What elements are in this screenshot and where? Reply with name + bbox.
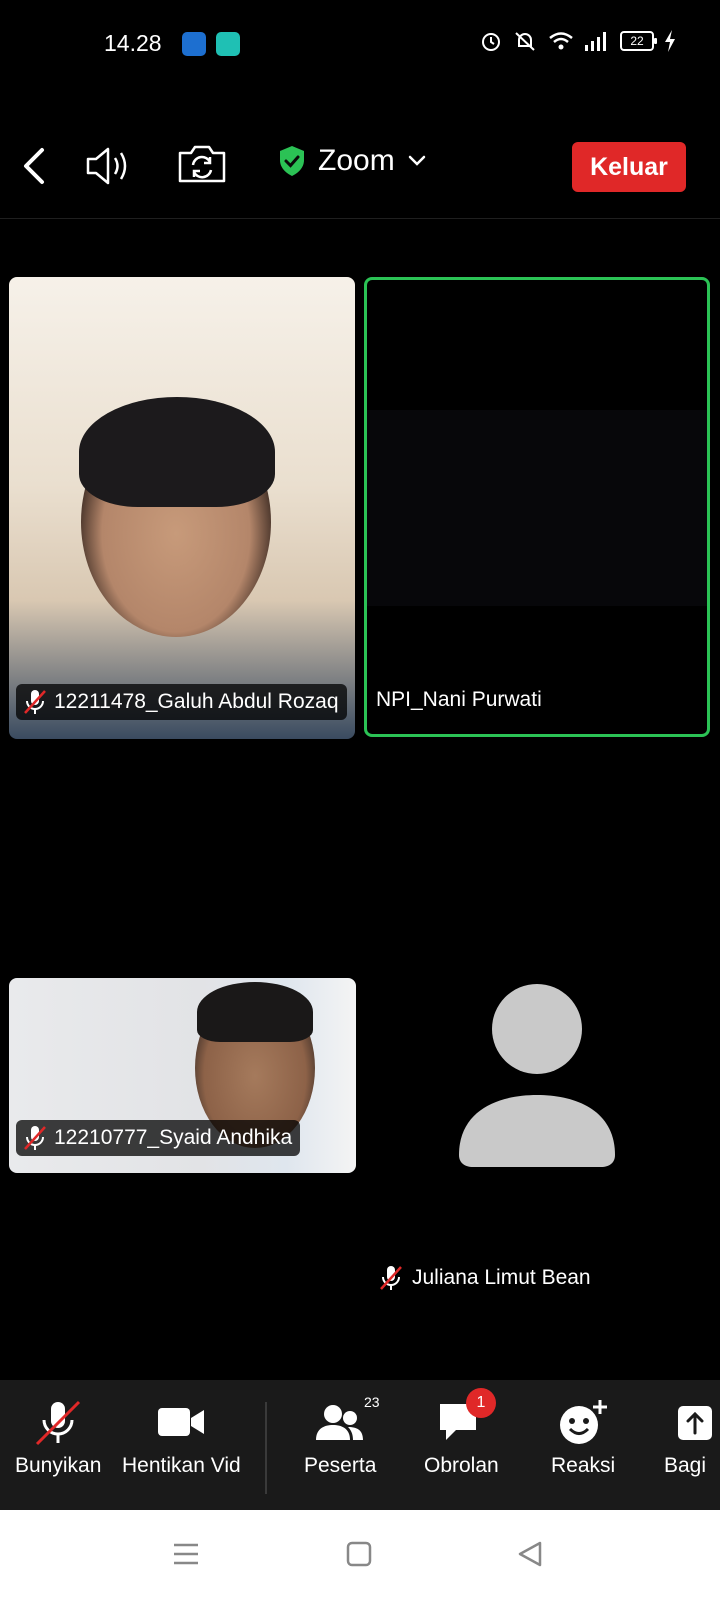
menu-icon[interactable] (172, 1540, 200, 1568)
switch-camera-button[interactable] (176, 140, 228, 188)
share-screen-icon (678, 1406, 712, 1440)
chevron-down-icon (408, 155, 425, 166)
shield-check-icon (280, 146, 304, 176)
unmute-label: Bunyikan (15, 1454, 102, 1477)
meeting-toolbar: Bunyikan Hentikan Vid Peserta 23 Obrolan… (0, 1380, 720, 1510)
participants-count: 23 (364, 1394, 380, 1410)
charging-icon (665, 30, 675, 52)
muted-mic-icon (24, 690, 46, 714)
reactions-button[interactable]: Reaksi (551, 1398, 615, 1478)
status-icons: 22 (480, 30, 676, 52)
participants-label: Peserta (304, 1454, 377, 1477)
participant-name: 12211478_Galuh Abdul Rozaq (54, 690, 339, 713)
leave-button[interactable]: Keluar (572, 142, 686, 192)
stop-video-button[interactable]: Hentikan Vid (122, 1398, 241, 1478)
video-off-area (367, 410, 707, 606)
participant-hair (79, 397, 275, 507)
unmute-button[interactable]: Bunyikan (15, 1398, 101, 1478)
participant-name-label: 12210777_Syaid Andhika (16, 1120, 301, 1156)
battery-icon: 22 (620, 31, 657, 51)
participants-button[interactable]: Peserta 23 (304, 1394, 380, 1478)
signal-icon (585, 32, 606, 51)
share-label: Bagi (664, 1454, 707, 1477)
participants-icon (316, 1405, 364, 1440)
video-tile[interactable]: 12210777_Syaid Andhika (9, 978, 356, 1173)
participant-name: Juliana Limut Bean (412, 1266, 591, 1289)
video-tile[interactable]: 12211478_Galuh Abdul Rozaq (9, 277, 355, 739)
reactions-label: Reaksi (551, 1454, 616, 1477)
participant-avatar[interactable] (457, 983, 617, 1167)
notification-app-icon (182, 32, 206, 56)
participant-name: 12210777_Syaid Andhika (54, 1126, 293, 1149)
silent-bell-icon (515, 32, 535, 51)
alarm-icon (482, 33, 500, 51)
home-icon[interactable] (345, 1540, 373, 1568)
participant-hair (197, 982, 313, 1042)
speaker-button[interactable] (84, 142, 134, 190)
avatar-placeholder-icon (459, 984, 615, 1167)
participant-name-label: 12211478_Galuh Abdul Rozaq (16, 684, 347, 720)
back-triangle-icon[interactable] (516, 1540, 544, 1568)
muted-mic-icon (24, 1126, 46, 1150)
participant-name: NPI_Nani Purwati (376, 688, 542, 711)
active-speaker-tile[interactable]: NPI_Nani Purwati (364, 277, 710, 737)
meeting-top-bar: Zoom Keluar (0, 118, 720, 219)
switch-camera-icon (178, 145, 226, 183)
toolbar-divider (265, 1402, 267, 1494)
share-button[interactable]: Bagi (664, 1398, 720, 1478)
chevron-left-icon (24, 148, 44, 184)
muted-mic-icon (36, 1400, 81, 1446)
stop-video-label: Hentikan Vid (122, 1454, 241, 1477)
muted-mic-icon (380, 1266, 402, 1290)
back-button[interactable] (16, 142, 56, 190)
chat-button[interactable]: Obrolan 1 (424, 1388, 499, 1478)
system-navigation-bar (0, 1510, 720, 1600)
chat-label: Obrolan (424, 1454, 499, 1477)
status-time: 14.28 (104, 30, 162, 56)
chat-unread-badge: 1 (466, 1388, 496, 1418)
speaker-icon (86, 147, 127, 185)
meeting-title-dropdown[interactable]: Zoom (278, 144, 427, 178)
participant-name-label: Juliana Limut Bean (378, 1264, 591, 1292)
wifi-icon (549, 32, 573, 50)
video-camera-icon (158, 1408, 205, 1436)
meeting-title: Zoom (318, 144, 395, 177)
notification-app-icon (216, 32, 240, 56)
add-reaction-icon (560, 1400, 608, 1444)
participant-name-label: NPI_Nani Purwati (376, 688, 542, 712)
